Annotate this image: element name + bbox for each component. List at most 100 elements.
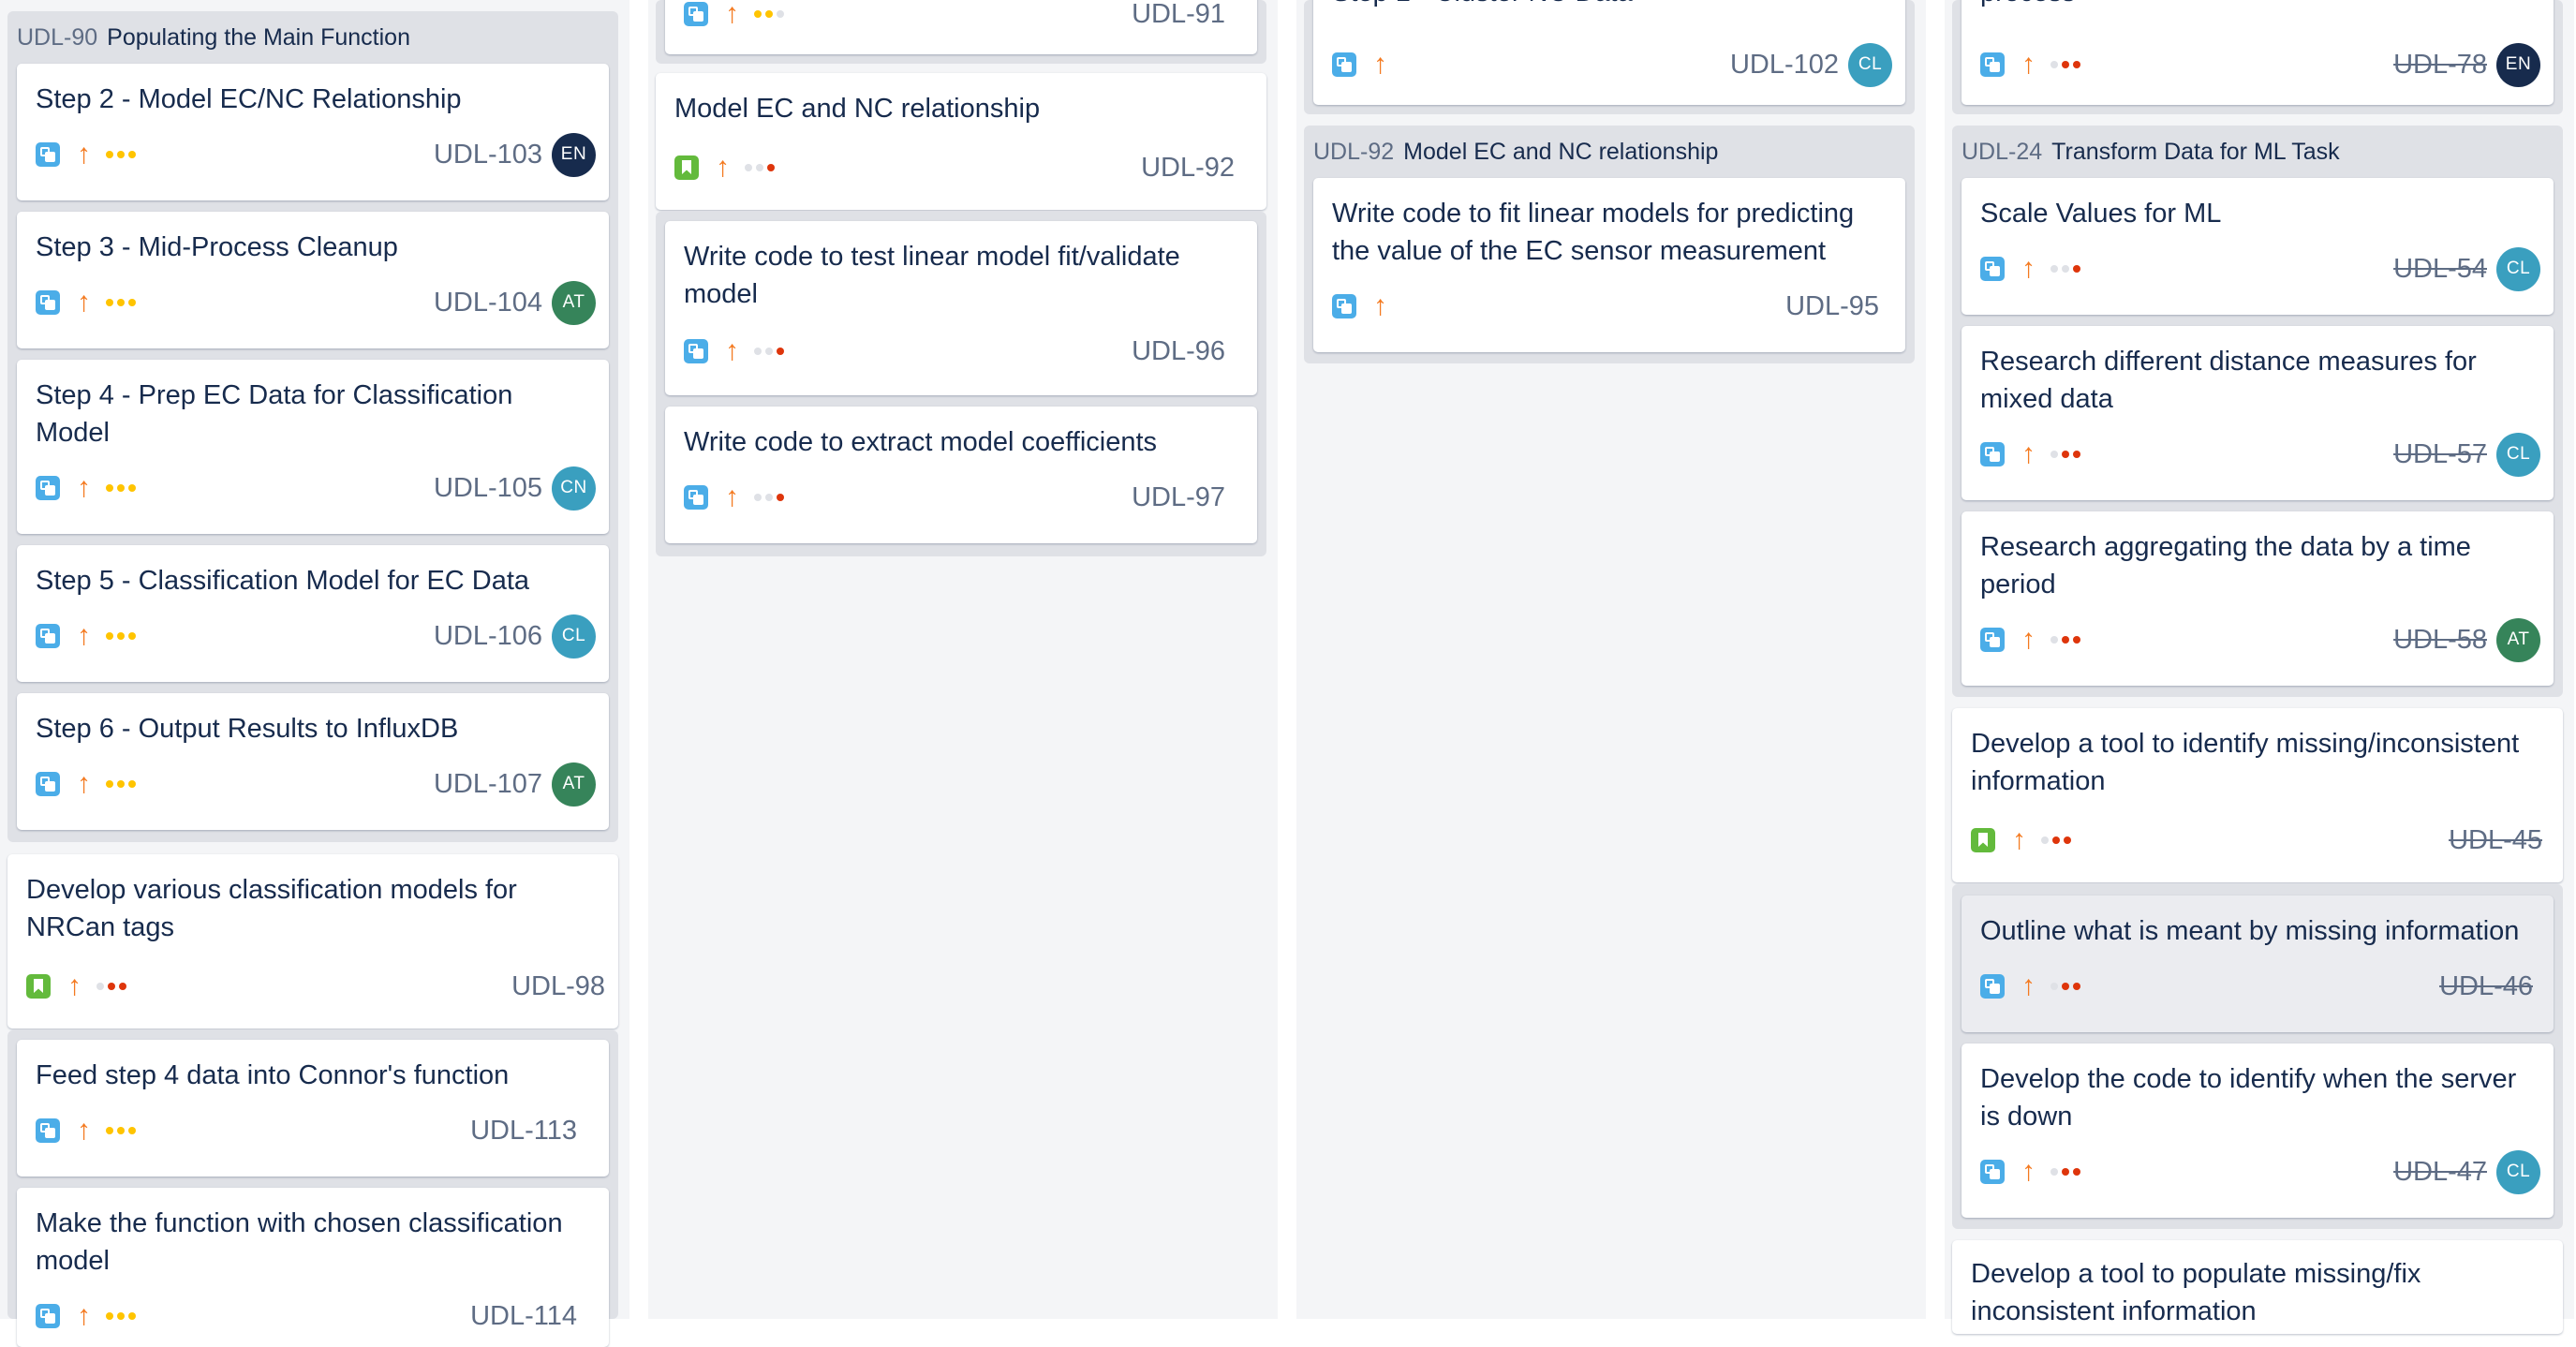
card-title: Feed step 4 data into Connor's function bbox=[36, 1060, 510, 1090]
issue-card[interactable]: Step 6 - Output Results to InfluxDB ↑ UD… bbox=[17, 693, 609, 830]
issue-key[interactable]: UDL-45 bbox=[2449, 825, 2542, 856]
parent-group-header[interactable]: UDL-90 Populating the Main Function bbox=[17, 11, 410, 64]
issue-card[interactable]: Research aggregating the data by a time … bbox=[1962, 511, 2554, 686]
estimate-indicator bbox=[96, 983, 126, 990]
assignee-avatar[interactable]: AT bbox=[552, 280, 596, 325]
subtask-icon bbox=[1980, 1160, 2005, 1184]
priority-high-icon: ↑ bbox=[77, 768, 91, 799]
subtask-icon bbox=[36, 290, 60, 315]
card-title: Step 6 - Output Results to InfluxDB bbox=[36, 714, 459, 744]
issue-key[interactable]: UDL-47 bbox=[2393, 1157, 2487, 1188]
priority-high-icon: ↑ bbox=[1373, 49, 1387, 80]
assignee-avatar[interactable]: CL bbox=[2496, 432, 2540, 477]
subtask-icon bbox=[36, 1304, 60, 1328]
assignee-avatar[interactable]: CL bbox=[552, 614, 596, 659]
issue-card[interactable]: process ↑ UDL-78 EN bbox=[1962, 0, 2554, 105]
card-title: Model EC and NC relationship bbox=[674, 94, 1041, 124]
issue-key[interactable]: UDL-78 bbox=[2393, 50, 2487, 81]
issue-key[interactable]: UDL-102 bbox=[1730, 50, 1839, 81]
issue-card[interactable]: Step 3 - Mid-Process Cleanup ↑ UDL-104 A… bbox=[17, 212, 609, 348]
issue-card[interactable]: Write code to test linear model fit/vali… bbox=[665, 221, 1257, 395]
card-title: Develop a tool to populate missing/fix i… bbox=[1971, 1259, 2421, 1326]
issue-card[interactable]: Develop the code to identify when the se… bbox=[1962, 1044, 2554, 1218]
parent-key[interactable]: UDL-92 bbox=[1313, 139, 1394, 166]
priority-high-icon: ↑ bbox=[2012, 824, 2026, 855]
issue-card[interactable]: Step 5 - Classification Model for EC Dat… bbox=[17, 545, 609, 682]
parent-group-header[interactable]: UDL-24 Transform Data for ML Task bbox=[1962, 126, 2340, 178]
issue-card[interactable]: Step 4 - Prep EC Data for Classification… bbox=[17, 360, 609, 534]
subtask-icon bbox=[684, 485, 708, 510]
parent-key[interactable]: UDL-24 bbox=[1962, 139, 2042, 166]
estimate-indicator bbox=[106, 780, 136, 788]
story-card[interactable]: Develop a tool to populate missing/fix i… bbox=[1952, 1240, 2563, 1334]
story-card[interactable]: Develop various classification models fo… bbox=[7, 854, 618, 1029]
priority-high-icon: ↑ bbox=[2021, 438, 2036, 469]
assignee-avatar[interactable]: CN bbox=[552, 466, 596, 511]
subtask-icon bbox=[684, 2, 708, 26]
story-card[interactable]: Develop a tool to identify missing/incon… bbox=[1952, 708, 2563, 882]
issue-key[interactable]: UDL-95 bbox=[1785, 291, 1879, 322]
estimate-indicator bbox=[2050, 1168, 2080, 1176]
story-subtasks: Write code to test linear model fit/vali… bbox=[656, 212, 1266, 556]
issue-card[interactable]: Step 2 - Model EC/NC Relationship ↑ UDL-… bbox=[17, 64, 609, 200]
issue-key[interactable]: UDL-103 bbox=[434, 140, 542, 170]
assignee-avatar[interactable]: EN bbox=[2496, 42, 2540, 87]
parent-key[interactable]: UDL-90 bbox=[17, 24, 97, 52]
issue-card[interactable]: Outline what is meant by missing informa… bbox=[1962, 896, 2554, 1032]
priority-high-icon: ↑ bbox=[2021, 1156, 2036, 1187]
issue-key[interactable]: UDL-92 bbox=[1141, 153, 1235, 184]
estimate-indicator bbox=[2041, 836, 2071, 844]
issue-key[interactable]: UDL-106 bbox=[434, 621, 542, 652]
subtask-icon bbox=[1980, 974, 2005, 999]
parent-summary: Model EC and NC relationship bbox=[1403, 138, 1719, 165]
issue-key[interactable]: UDL-91 bbox=[1132, 0, 1225, 30]
assignee-avatar[interactable]: EN bbox=[552, 132, 596, 177]
card-title: Step 1 - Cluster NC Data bbox=[1332, 0, 1887, 11]
estimate-indicator bbox=[106, 1127, 136, 1134]
story-card[interactable]: Model EC and NC relationship ↑ UDL-92 bbox=[656, 73, 1266, 210]
story-subtasks: Step 1 - Cluster NC Data ↑ UDL-102 CL bbox=[1304, 0, 1915, 114]
card-title: process bbox=[1980, 0, 2535, 11]
issue-card[interactable]: Make the function with chosen classifica… bbox=[17, 1188, 609, 1347]
card-title: Write code to fit linear models for pred… bbox=[1332, 199, 1855, 266]
issue-key[interactable]: UDL-114 bbox=[470, 1301, 577, 1332]
subtask-icon bbox=[36, 772, 60, 796]
issue-card[interactable]: Step 1 - Cluster NC Data ↑ UDL-102 CL bbox=[1313, 0, 1905, 105]
issue-key[interactable]: UDL-97 bbox=[1132, 482, 1225, 513]
issue-card[interactable]: Write code to extract model coefficients… bbox=[665, 407, 1257, 543]
issue-key[interactable]: UDL-104 bbox=[434, 288, 542, 318]
issue-key[interactable]: UDL-105 bbox=[434, 473, 542, 504]
subtask-icon bbox=[1980, 442, 2005, 466]
card-title: Make the function with chosen classifica… bbox=[36, 1208, 563, 1276]
assignee-avatar[interactable]: AT bbox=[2496, 617, 2540, 662]
estimate-indicator bbox=[2050, 61, 2080, 68]
issue-key[interactable]: UDL-113 bbox=[470, 1116, 577, 1147]
parent-group-header[interactable]: UDL-92 Model EC and NC relationship bbox=[1313, 126, 1718, 178]
issue-key[interactable]: UDL-54 bbox=[2393, 254, 2487, 285]
subtask-icon bbox=[36, 476, 60, 500]
issue-key[interactable]: UDL-57 bbox=[2393, 439, 2487, 470]
assignee-avatar[interactable]: CL bbox=[2496, 1149, 2540, 1194]
issue-card[interactable]: Write code to fit linear models for pred… bbox=[1313, 178, 1905, 352]
issue-card[interactable]: Feed step 4 data into Connor's function … bbox=[17, 1040, 609, 1177]
card-title: Scale Values for ML bbox=[1980, 199, 2222, 229]
assignee-avatar[interactable]: CL bbox=[2496, 246, 2540, 291]
assignee-avatar[interactable]: AT bbox=[552, 762, 596, 807]
priority-high-icon: ↑ bbox=[77, 287, 91, 318]
assignee-avatar[interactable]: CL bbox=[1848, 42, 1892, 87]
issue-card[interactable]: ↑ UDL-91 bbox=[665, 0, 1257, 54]
card-title: Write code to test linear model fit/vali… bbox=[684, 242, 1180, 309]
issue-card[interactable]: Scale Values for ML ↑ UDL-54 CL bbox=[1962, 178, 2554, 315]
card-title: Develop the code to identify when the se… bbox=[1980, 1064, 2517, 1132]
board-column-2: ↑ UDL-91 Model EC and NC relationship ↑ … bbox=[648, 0, 1278, 1319]
issue-key[interactable]: UDL-96 bbox=[1132, 336, 1225, 367]
estimate-indicator bbox=[754, 494, 784, 501]
issue-key[interactable]: UDL-58 bbox=[2393, 625, 2487, 656]
issue-key[interactable]: UDL-98 bbox=[511, 971, 605, 1002]
issue-key[interactable]: UDL-46 bbox=[2439, 971, 2533, 1002]
parent-group-udl-90: UDL-90 Populating the Main Function Step… bbox=[7, 11, 618, 842]
issue-key[interactable]: UDL-107 bbox=[434, 769, 542, 800]
priority-high-icon: ↑ bbox=[77, 472, 91, 503]
story-subtasks: ↑ UDL-91 bbox=[656, 0, 1266, 64]
issue-card[interactable]: Research different distance measures for… bbox=[1962, 326, 2554, 500]
